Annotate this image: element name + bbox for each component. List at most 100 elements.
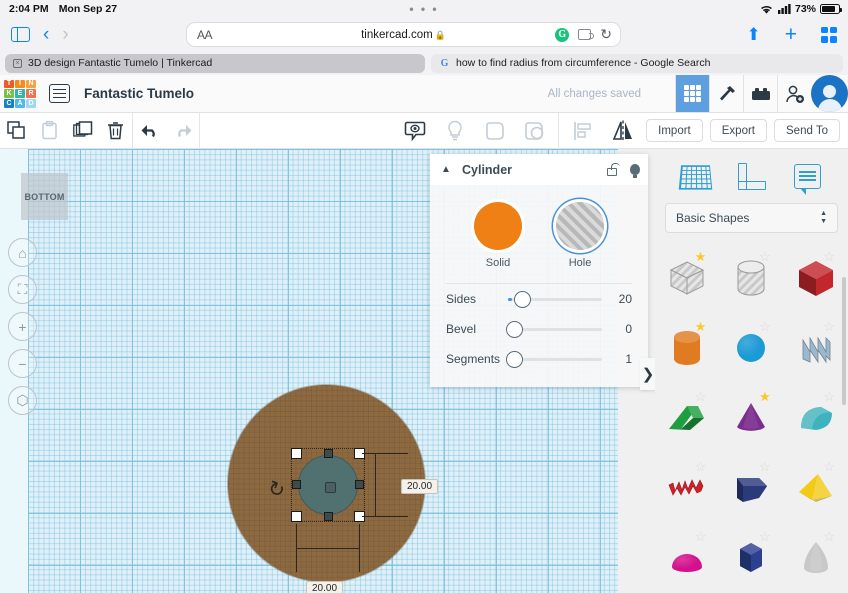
design-view-button[interactable] (675, 75, 709, 112)
import-button[interactable]: Import (646, 119, 703, 142)
halfsphere-shape[interactable]: ☆ (784, 385, 848, 451)
slider-knob[interactable] (506, 350, 523, 368)
favorite-star-icon[interactable]: ★ (695, 249, 707, 265)
undo-button[interactable] (133, 113, 166, 149)
favorite-star-icon[interactable]: ☆ (759, 319, 771, 335)
paste-button[interactable] (33, 113, 66, 149)
slider-track-bevel[interactable] (506, 314, 602, 344)
light-button[interactable] (438, 113, 471, 149)
share-icon[interactable]: ⬆ (746, 26, 760, 43)
view-cube[interactable]: BOTTOM (21, 173, 68, 220)
cylinder-shape[interactable]: ★ (655, 315, 719, 381)
favorite-star-icon[interactable]: ☆ (823, 249, 835, 265)
mirror-button[interactable] (606, 113, 639, 149)
panel-collapse-toggle[interactable]: ❯ (640, 358, 656, 390)
extension-icon[interactable] (578, 29, 595, 40)
paraboloid-shape[interactable]: ☆ (784, 525, 848, 591)
hole-swatch[interactable] (556, 202, 604, 250)
slider-track-segments[interactable] (506, 344, 602, 374)
export-button[interactable]: Export (709, 119, 767, 142)
resize-handle-left[interactable] (292, 480, 301, 489)
cylinder-hole-shape[interactable]: ☆ (719, 245, 783, 311)
collapse-triangle-icon[interactable]: ▲ (430, 164, 462, 175)
back-button[interactable]: ‹ (43, 25, 49, 44)
favorite-star-icon[interactable]: ☆ (695, 529, 707, 545)
favorite-star-icon[interactable]: ☆ (823, 319, 835, 335)
solid-mode-button[interactable]: Solid (474, 202, 522, 269)
favorite-star-icon[interactable]: ☆ (759, 459, 771, 475)
ungroup-button[interactable] (518, 113, 551, 149)
bulb-icon[interactable] (630, 164, 640, 178)
polygon-shape[interactable]: ☆ (719, 525, 783, 591)
favorite-star-icon[interactable]: ★ (695, 319, 707, 335)
new-tab-button[interactable]: + (785, 24, 797, 45)
dimension-label-depth[interactable]: 20.00 (401, 479, 439, 494)
favorite-star-icon[interactable]: ☆ (823, 389, 835, 405)
pyramid-shape[interactable]: ☆ (784, 455, 848, 521)
reload-button[interactable]: ↻ (600, 26, 612, 43)
favorite-star-icon[interactable]: ☆ (695, 389, 707, 405)
box-hole-shape[interactable]: ★ (655, 245, 719, 311)
resize-handle-bl[interactable] (291, 511, 302, 522)
wedge-shape[interactable]: ☆ (719, 455, 783, 521)
perspective-toggle-button[interactable]: ⬡ (8, 386, 37, 415)
group-button[interactable] (478, 113, 511, 149)
fit-view-button[interactable]: ⛶ (8, 275, 37, 304)
align-button[interactable] (566, 113, 599, 149)
favorite-star-icon[interactable]: ☆ (823, 459, 835, 475)
solid-swatch[interactable] (474, 202, 522, 250)
codeblocks-button[interactable] (709, 75, 743, 112)
resize-handle-tl[interactable] (291, 448, 302, 459)
tinkercad-logo[interactable]: TIN KER CAD (4, 79, 36, 108)
cone-shape[interactable]: ★ (719, 385, 783, 451)
slider-track-sides[interactable] (508, 284, 602, 314)
workplane-button[interactable] (398, 113, 431, 149)
sidebar-toggle-button[interactable] (11, 27, 30, 42)
favorite-star-icon[interactable]: ☆ (759, 249, 771, 265)
tab-google-search[interactable]: G how to find radius from circumference … (431, 53, 843, 73)
redo-button[interactable] (166, 113, 199, 149)
forward-button[interactable]: › (62, 25, 68, 44)
shape-category-select[interactable]: Basic Shapes ▲ ▼ (665, 203, 838, 233)
unlock-icon[interactable] (607, 162, 620, 176)
hole-mode-button[interactable]: Hole (556, 202, 604, 269)
tab-overview-icon[interactable] (821, 26, 837, 43)
scribble-shape[interactable]: ☆ (784, 315, 848, 381)
sphere-shape[interactable]: ☆ (719, 315, 783, 381)
shapes-scrollbar[interactable] (842, 277, 846, 405)
slider-knob[interactable] (514, 290, 532, 308)
copy-button[interactable] (0, 113, 33, 149)
hamburger-menu-icon[interactable] (49, 84, 70, 103)
duplicate-button[interactable] (66, 113, 99, 149)
ruler-tab[interactable] (731, 158, 771, 194)
delete-button[interactable] (99, 113, 132, 149)
roof-shape[interactable]: ☆ (655, 385, 719, 451)
close-icon[interactable]: × (13, 58, 22, 68)
notes-tab[interactable] (788, 158, 828, 195)
tab-tinkercad[interactable]: × 3D design Fantastic Tumelo | Tinkercad (5, 53, 425, 73)
invite-button[interactable] (777, 75, 811, 112)
dimension-label-width[interactable]: 20.00 (306, 581, 344, 593)
slider-knob[interactable] (506, 320, 523, 338)
text-shape[interactable]: ☆ (655, 455, 719, 521)
grammarly-icon[interactable]: G (555, 27, 570, 42)
favorite-star-icon[interactable]: ★ (759, 389, 771, 405)
resize-handle-top[interactable] (324, 449, 333, 458)
send-to-button[interactable]: Send To (774, 119, 840, 142)
resize-handle-bottom[interactable] (324, 512, 333, 521)
address-bar[interactable]: AA tinkercad.com 🔒 G ↻ (186, 22, 621, 47)
home-view-button[interactable]: ⌂ (8, 238, 37, 267)
zoom-out-button[interactable]: − (8, 349, 37, 378)
stepper-updown-icon[interactable]: ▲ ▼ (820, 211, 827, 225)
resize-handle-right[interactable] (355, 480, 364, 489)
zoom-in-button[interactable]: + (8, 312, 37, 341)
multitask-dots-icon[interactable]: • • • (409, 2, 438, 16)
dome-shape[interactable]: ☆ (655, 525, 719, 591)
avatar[interactable] (811, 75, 848, 112)
favorite-star-icon[interactable]: ☆ (759, 529, 771, 545)
box-shape[interactable]: ☆ (784, 245, 848, 311)
workplane-tab[interactable] (675, 158, 715, 194)
center-handle[interactable] (325, 482, 336, 493)
blocks-button[interactable] (743, 75, 777, 112)
favorite-star-icon[interactable]: ☆ (823, 529, 835, 545)
